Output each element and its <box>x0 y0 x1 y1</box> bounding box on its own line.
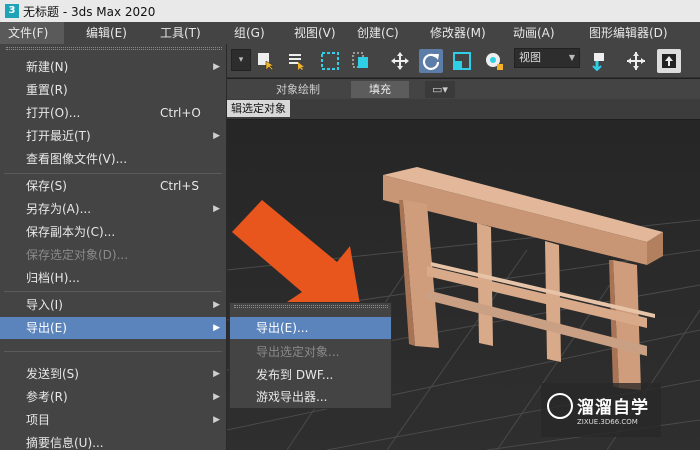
link-icon[interactable] <box>586 49 610 73</box>
window-crossing-icon[interactable] <box>349 49 373 73</box>
menu-graph-editors[interactable]: 图形编辑器(D) <box>575 22 670 44</box>
menu-item-open[interactable]: 打开(O)... Ctrl+O <box>0 102 226 124</box>
ribbon-options-icon: ▭▾ <box>432 83 448 96</box>
chevron-right-icon: ▶ <box>213 300 220 310</box>
menu-item-project[interactable]: 项目 ▶ <box>0 409 226 431</box>
menu-animation[interactable]: 动画(A) <box>505 22 575 44</box>
chevron-right-icon: ▶ <box>213 204 220 214</box>
chevron-down-icon: ▼ <box>568 53 575 62</box>
move-icon[interactable] <box>388 49 412 73</box>
watermark: 溜溜自学 ZIXUE.3D66.COM <box>541 383 661 437</box>
menu-item-new[interactable]: 新建(N) ▶ <box>0 56 226 78</box>
watermark-url: ZIXUE.3D66.COM <box>577 418 638 426</box>
menu-item-label: 发送到(S) <box>26 367 79 381</box>
menu-item-summary-info[interactable]: 摘要信息(U)... <box>0 432 226 450</box>
reference-coord-dropdown[interactable]: 视图 ▼ <box>514 48 580 68</box>
rotate-icon[interactable] <box>419 49 443 73</box>
menu-separator <box>4 291 222 292</box>
menu-item-label: 参考(R) <box>26 390 68 404</box>
submenu-item-export-selected: 导出选定对象... <box>256 345 340 359</box>
menu-item-label: 新建(N) <box>26 60 69 74</box>
submenu-item-export[interactable]: 导出(E)... <box>230 317 391 339</box>
menu-tools[interactable]: 工具(T) <box>141 22 226 44</box>
ribbon-options-dropdown[interactable]: ▭▾ <box>425 81 455 98</box>
menu-group[interactable]: 组(G) <box>226 22 286 44</box>
menu-item-view-image-file[interactable]: 查看图像文件(V)... <box>0 148 226 170</box>
menu-edit[interactable]: 编辑(E) <box>64 22 141 44</box>
menu-bar: 文件(F) 编辑(E) 工具(T) 组(G) 视图(V) 创建(C) 修改器(M… <box>0 22 700 44</box>
shortcut-label: Ctrl+S <box>160 179 200 193</box>
menu-separator <box>4 351 222 352</box>
menu-file[interactable]: 文件(F) <box>0 22 64 44</box>
menu-item-label: 查看图像文件(V)... <box>26 152 128 166</box>
window-title: 无标题 - 3ds Max 2020 <box>23 4 156 19</box>
menu-item-label: 另存为(A)... <box>26 202 92 216</box>
watermark-logo-icon <box>547 393 573 419</box>
chevron-right-icon: ▶ <box>213 62 220 72</box>
rect-selection-icon[interactable] <box>318 49 342 73</box>
menu-item-label: 保存(S) <box>26 179 67 193</box>
menu-item-reference[interactable]: 参考(R) ▶ <box>0 386 226 408</box>
menu-item-save[interactable]: 保存(S) Ctrl+S <box>0 175 226 197</box>
snap-icon[interactable] <box>624 49 648 73</box>
submenu-item-publish-dwf[interactable]: 发布到 DWF... <box>230 364 391 386</box>
ribbon-panel: 辑选定对象 <box>227 99 700 119</box>
menu-item-label: 保存副本为(C)... <box>26 225 116 239</box>
select-object-icon[interactable] <box>254 49 278 73</box>
edit-selected-label[interactable]: 辑选定对象 <box>227 100 290 117</box>
tab-object-paint[interactable]: 对象绘制 <box>261 81 335 98</box>
ribbon-tabs: 对象绘制 填充 ▭▾ <box>227 79 700 99</box>
menu-item-reset[interactable]: 重置(R) <box>0 79 226 101</box>
menu-item-save-copy-as[interactable]: 保存副本为(C)... <box>0 221 226 243</box>
menu-grip[interactable] <box>234 305 388 308</box>
chevron-right-icon: ▶ <box>213 369 220 379</box>
menu-item-label: 导入(I) <box>26 298 63 312</box>
menu-item-label: 导出(E) <box>26 321 67 335</box>
menu-item-import[interactable]: 导入(I) ▶ <box>0 294 226 316</box>
menu-item-label: 重置(R) <box>26 83 68 97</box>
menu-item-label: 保存选定对象(D)... <box>26 248 129 262</box>
menu-view[interactable]: 视图(V) <box>286 22 349 44</box>
scale-icon[interactable] <box>450 49 474 73</box>
reference-coord-value: 视图 <box>519 51 541 64</box>
title-bar: 3 无标题 - 3ds Max 2020 <box>0 0 700 22</box>
menu-separator <box>4 173 222 174</box>
menu-item-label: 归档(H)... <box>26 271 80 285</box>
main-toolbar: ▾ <box>227 44 700 78</box>
watermark-brand: 溜溜自学 <box>577 398 649 418</box>
chevron-right-icon: ▶ <box>213 131 220 141</box>
menu-item-save-as[interactable]: 另存为(A)... ▶ <box>0 198 226 220</box>
place-icon[interactable] <box>482 49 506 73</box>
menu-item-label: 打开(O)... <box>26 106 81 120</box>
chevron-right-icon: ▶ <box>213 392 220 402</box>
menu-item-open-recent[interactable]: 打开最近(T) ▶ <box>0 125 226 147</box>
menu-grip[interactable] <box>6 47 222 50</box>
menu-item-label: 项目 <box>26 413 51 427</box>
tab-populate[interactable]: 填充 <box>351 81 409 98</box>
chevron-right-icon: ▶ <box>213 415 220 425</box>
menu-item-archive[interactable]: 归档(H)... <box>0 267 226 289</box>
shortcut-label: Ctrl+O <box>160 106 201 120</box>
pivot-icon[interactable] <box>657 49 681 73</box>
submenu-item-game-exporter[interactable]: 游戏导出器... <box>230 386 391 408</box>
selection-filter-dropdown[interactable]: ▾ <box>231 49 251 71</box>
menu-item-export[interactable]: 导出(E) ▶ <box>0 317 226 339</box>
menu-item-send-to[interactable]: 发送到(S) ▶ <box>0 363 226 385</box>
menu-item-label: 摘要信息(U)... <box>26 436 104 450</box>
export-submenu: 导出(E)... 导出选定对象... 发布到 DWF... 游戏导出器... <box>229 302 392 409</box>
menu-modifiers[interactable]: 修改器(M) <box>422 22 505 44</box>
3ds-max-icon[interactable]: 3 <box>5 4 19 18</box>
chevron-right-icon: ▶ <box>213 323 220 333</box>
select-by-name-icon[interactable] <box>285 49 309 73</box>
menu-create[interactable]: 创建(C) <box>349 22 422 44</box>
menu-item-save-selected: 保存选定对象(D)... <box>0 244 226 266</box>
file-menu: 新建(N) ▶ 重置(R) 打开(O)... Ctrl+O 打开最近(T) ▶ 查看图… <box>0 44 227 450</box>
menu-item-label: 打开最近(T) <box>26 129 91 143</box>
